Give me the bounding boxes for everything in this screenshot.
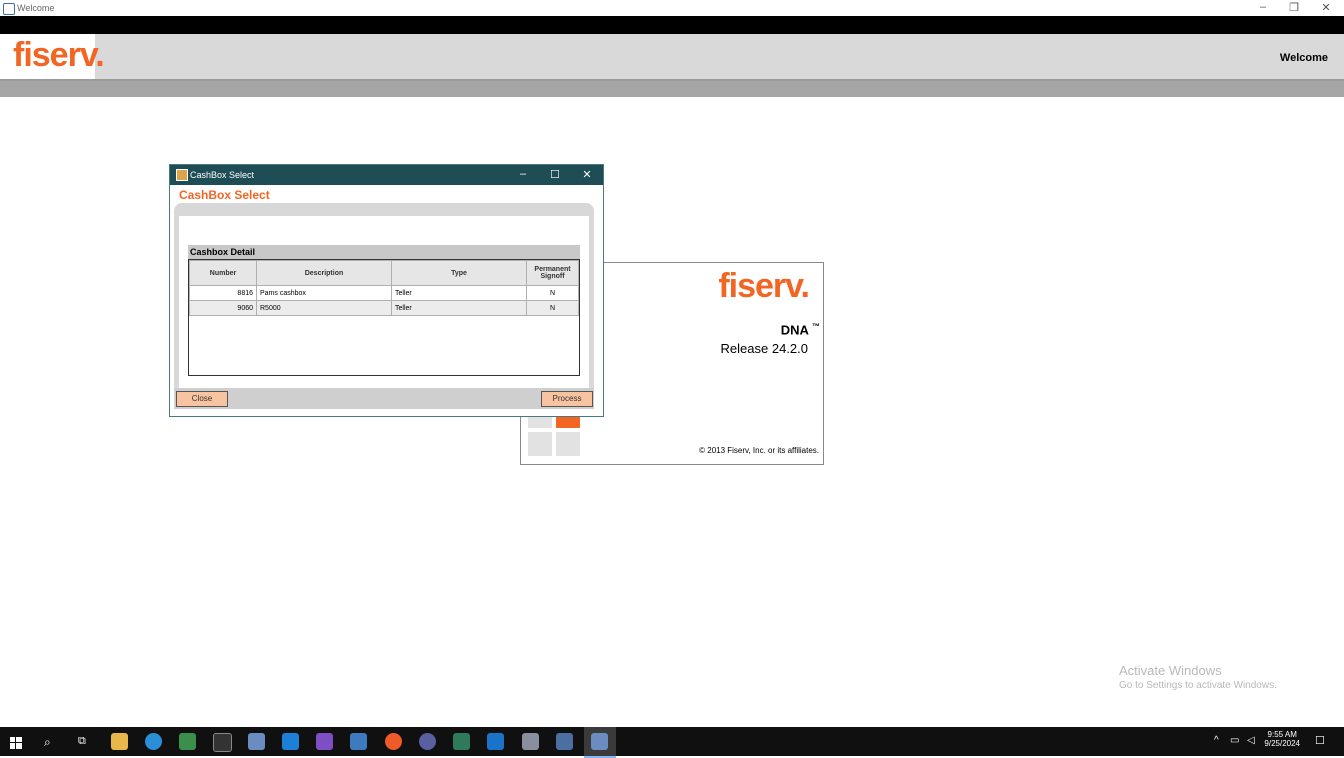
notification-icon[interactable]: ☐ — [1315, 734, 1325, 747]
dialog-heading: CashBox Select — [179, 188, 270, 202]
windows-start-icon[interactable] — [10, 736, 22, 749]
decor-square — [528, 432, 552, 456]
search-icon[interactable]: ⌕ — [44, 735, 51, 750]
dialog-app-icon — [176, 169, 188, 181]
restore-button[interactable]: ❐ — [1287, 1, 1301, 14]
col-number[interactable]: Number — [189, 260, 257, 286]
section-title: Cashbox Detail — [190, 247, 256, 257]
dialog-title: CashBox Select — [190, 170, 255, 180]
dialog-minimize-button[interactable]: – — [513, 168, 533, 180]
clock-date: 9/25/2024 — [1264, 739, 1300, 748]
dialog-button-bar: Close Process — [174, 388, 594, 409]
app-icon[interactable] — [556, 733, 573, 750]
cell-signoff[interactable]: N — [526, 300, 579, 316]
app-icon — [591, 733, 608, 750]
fiserv-logo: fiserv. — [13, 36, 105, 74]
app-icon[interactable] — [453, 733, 470, 750]
cell-description[interactable]: Pams cashbox — [256, 285, 392, 301]
cell-signoff[interactable]: N — [526, 285, 579, 301]
app-icon[interactable] — [522, 733, 539, 750]
close-dialog-button[interactable]: Close — [176, 391, 228, 407]
top-black-bar — [0, 16, 1344, 34]
app-icon[interactable] — [487, 733, 504, 750]
network-icon[interactable]: ▭ — [1230, 735, 1239, 746]
visual-studio-icon[interactable] — [316, 733, 333, 750]
dialog-maximize-button[interactable]: ☐ — [545, 168, 565, 181]
decor-square — [556, 432, 580, 456]
minimize-button[interactable]: – — [1256, 1, 1270, 13]
app-header — [0, 34, 1344, 81]
task-view-icon[interactable]: ⧉ — [78, 735, 86, 748]
section-header: Cashbox Detail — [188, 245, 580, 259]
cell-type[interactable]: Teller — [391, 285, 527, 301]
release-text: Release 24.2.0 — [720, 341, 808, 356]
col-type[interactable]: Type — [391, 260, 527, 286]
terminal-icon[interactable] — [213, 733, 232, 752]
cashbox-grid: Number Description Type Permanent Signof… — [188, 259, 580, 376]
cell-number[interactable]: 9060 — [189, 300, 257, 316]
file-explorer-icon[interactable] — [111, 733, 128, 750]
dialog-close-button[interactable]: ✕ — [577, 168, 597, 181]
window-title: Welcome — [17, 3, 55, 13]
app-icon — [3, 3, 15, 15]
window-titlebar: Welcome – ❐ ✕ — [0, 0, 1344, 16]
active-app-button[interactable] — [584, 727, 616, 758]
volume-icon[interactable]: ◁ — [1247, 735, 1255, 746]
cell-number[interactable]: 8816 — [189, 285, 257, 301]
splash-logo: fiserv. — [718, 267, 810, 305]
app-icon[interactable] — [350, 733, 367, 750]
gray-band — [0, 81, 1344, 97]
process-button[interactable]: Process — [541, 391, 593, 407]
edge-icon[interactable] — [145, 733, 162, 750]
activate-windows-subtitle: Go to Settings to activate Windows. — [1119, 680, 1277, 691]
tray-clock[interactable]: 9:55 AM 9/25/2024 — [1264, 730, 1300, 748]
header-logo: fiserv. — [0, 34, 105, 79]
app-icon[interactable] — [179, 733, 196, 750]
cashbox-select-dialog: CashBox Select – ☐ ✕ CashBox Select Cash… — [169, 164, 604, 417]
cell-description[interactable]: R5000 — [256, 300, 392, 316]
table-row[interactable]: 9060 R5000 Teller N — [189, 300, 579, 316]
app-icon[interactable] — [419, 733, 436, 750]
header-welcome: Welcome — [1279, 52, 1328, 64]
cell-type[interactable]: Teller — [391, 300, 527, 316]
product-name: DNA ™ — [780, 322, 820, 338]
taskbar: ⌕ ⧉ ^ ▭ ◁ 9:55 AM 9/25/2024 ☐ — [0, 727, 1344, 758]
app-icon[interactable] — [385, 733, 402, 750]
app-icon[interactable] — [248, 733, 265, 750]
dialog-titlebar: CashBox Select – ☐ ✕ — [170, 165, 603, 185]
tray-chevron-icon[interactable]: ^ — [1214, 735, 1219, 746]
close-button[interactable]: ✕ — [1319, 1, 1333, 14]
table-row[interactable]: 8816 Pams cashbox Teller N — [189, 285, 579, 301]
col-permanent-signoff[interactable]: Permanent Signoff — [526, 260, 579, 286]
vscode-icon[interactable] — [282, 733, 299, 750]
clock-time: 9:55 AM — [1267, 730, 1297, 739]
activate-windows-title: Activate Windows — [1119, 663, 1222, 678]
copyright: © 2013 Fiserv, Inc. or its affiliates. — [699, 446, 819, 455]
col-description[interactable]: Description — [256, 260, 392, 286]
